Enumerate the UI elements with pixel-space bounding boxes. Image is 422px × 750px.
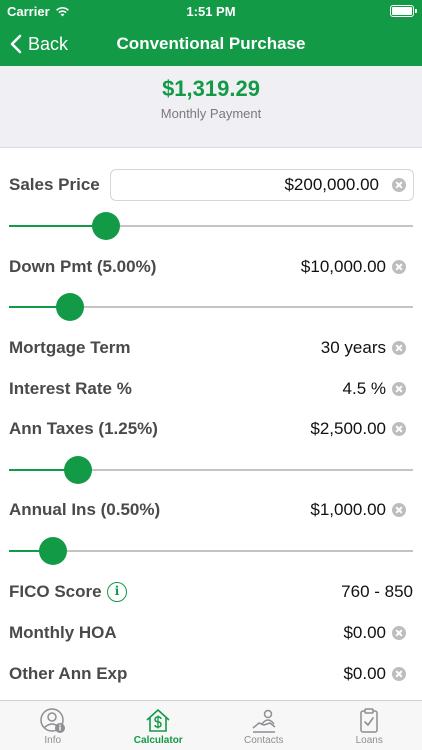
tab-contacts-label: Contacts bbox=[244, 735, 284, 746]
status-time: 1:51 PM bbox=[186, 4, 236, 19]
annual-insurance-slider[interactable] bbox=[9, 536, 413, 566]
fico-score-row[interactable]: FICO Score i 760 - 850 bbox=[0, 573, 422, 611]
tab-bar: Info Calculator Contacts Loans bbox=[0, 700, 422, 750]
interest-rate-label: Interest Rate % bbox=[9, 379, 132, 398]
sales-price-input[interactable] bbox=[119, 170, 379, 200]
sales-price-row: Sales Price bbox=[0, 166, 422, 204]
monthly-payment-amount: $1,319.29 bbox=[162, 76, 260, 101]
annual-taxes-row[interactable]: Ann Taxes (1.25%) $2,500.00 bbox=[0, 410, 422, 448]
slider-track bbox=[9, 550, 413, 552]
battery-icon bbox=[390, 5, 417, 17]
navigation-bar: Back Conventional Purchase bbox=[0, 22, 422, 66]
monthly-hoa-row[interactable]: Monthly HOA $0.00 bbox=[0, 614, 422, 652]
interest-rate-clear-icon[interactable] bbox=[392, 382, 406, 396]
slider-thumb[interactable] bbox=[39, 537, 67, 565]
interest-rate-row[interactable]: Interest Rate % 4.5 % bbox=[0, 370, 422, 408]
monthly-hoa-label: Monthly HOA bbox=[9, 623, 117, 642]
other-annual-expense-row[interactable]: Other Ann Exp $0.00 bbox=[0, 655, 422, 693]
annual-taxes-slider[interactable] bbox=[9, 455, 413, 485]
down-payment-slider[interactable] bbox=[9, 292, 413, 322]
payment-summary: $1,319.29 Monthly Payment bbox=[0, 66, 422, 148]
other-annual-expense-clear-icon[interactable] bbox=[392, 667, 406, 681]
clipboard-check-icon bbox=[360, 708, 378, 733]
fico-score-value[interactable]: 760 - 850 bbox=[341, 573, 413, 611]
down-payment-clear-icon[interactable] bbox=[392, 260, 406, 274]
fico-score-label: FICO Score bbox=[9, 582, 102, 601]
sales-price-slider[interactable] bbox=[9, 211, 413, 241]
sales-price-clear-icon[interactable] bbox=[392, 178, 406, 192]
monthly-hoa-value[interactable]: $0.00 bbox=[343, 614, 386, 652]
sales-price-field[interactable] bbox=[110, 169, 414, 201]
contacts-icon bbox=[252, 709, 276, 733]
monthly-payment-label: Monthly Payment bbox=[160, 106, 262, 121]
monthly-hoa-clear-icon[interactable] bbox=[392, 626, 406, 640]
other-annual-expense-value[interactable]: $0.00 bbox=[343, 655, 386, 693]
status-bar: Carrier 1:51 PM bbox=[0, 0, 422, 22]
annual-insurance-value[interactable]: $1,000.00 bbox=[310, 491, 386, 529]
down-payment-label: Down Pmt (5.00%) bbox=[9, 257, 157, 276]
slider-thumb[interactable] bbox=[92, 212, 120, 240]
user-info-icon bbox=[40, 708, 65, 733]
down-payment-row[interactable]: Down Pmt (5.00%) $10,000.00 bbox=[0, 248, 422, 286]
other-annual-expense-label: Other Ann Exp bbox=[9, 664, 128, 683]
annual-insurance-clear-icon[interactable] bbox=[392, 503, 406, 517]
slider-thumb[interactable] bbox=[56, 293, 84, 321]
sales-price-label: Sales Price bbox=[9, 175, 100, 194]
page-title: Conventional Purchase bbox=[116, 34, 306, 53]
annual-taxes-label: Ann Taxes (1.25%) bbox=[9, 419, 158, 438]
tab-loans[interactable]: Loans bbox=[317, 701, 422, 750]
tab-contacts[interactable]: Contacts bbox=[211, 701, 317, 750]
tab-loans-label: Loans bbox=[355, 735, 383, 746]
slider-thumb[interactable] bbox=[64, 456, 92, 484]
tab-info[interactable]: Info bbox=[0, 701, 106, 750]
mortgage-term-row[interactable]: Mortgage Term 30 years bbox=[0, 329, 422, 367]
house-dollar-icon bbox=[146, 709, 170, 732]
tab-calculator[interactable]: Calculator bbox=[106, 701, 212, 750]
annual-taxes-value[interactable]: $2,500.00 bbox=[310, 410, 386, 448]
mortgage-term-label: Mortgage Term bbox=[9, 338, 131, 357]
tab-info-label: Info bbox=[44, 735, 62, 746]
mortgage-term-clear-icon[interactable] bbox=[392, 341, 406, 355]
info-icon[interactable]: i bbox=[107, 582, 127, 602]
annual-insurance-row[interactable]: Annual Ins (0.50%) $1,000.00 bbox=[0, 491, 422, 529]
annual-insurance-label: Annual Ins (0.50%) bbox=[9, 500, 161, 519]
down-payment-value[interactable]: $10,000.00 bbox=[301, 248, 386, 286]
annual-taxes-clear-icon[interactable] bbox=[392, 422, 406, 436]
tab-calculator-label: Calculator bbox=[133, 735, 183, 746]
mortgage-term-value[interactable]: 30 years bbox=[321, 329, 386, 367]
interest-rate-value[interactable]: 4.5 % bbox=[343, 370, 386, 408]
